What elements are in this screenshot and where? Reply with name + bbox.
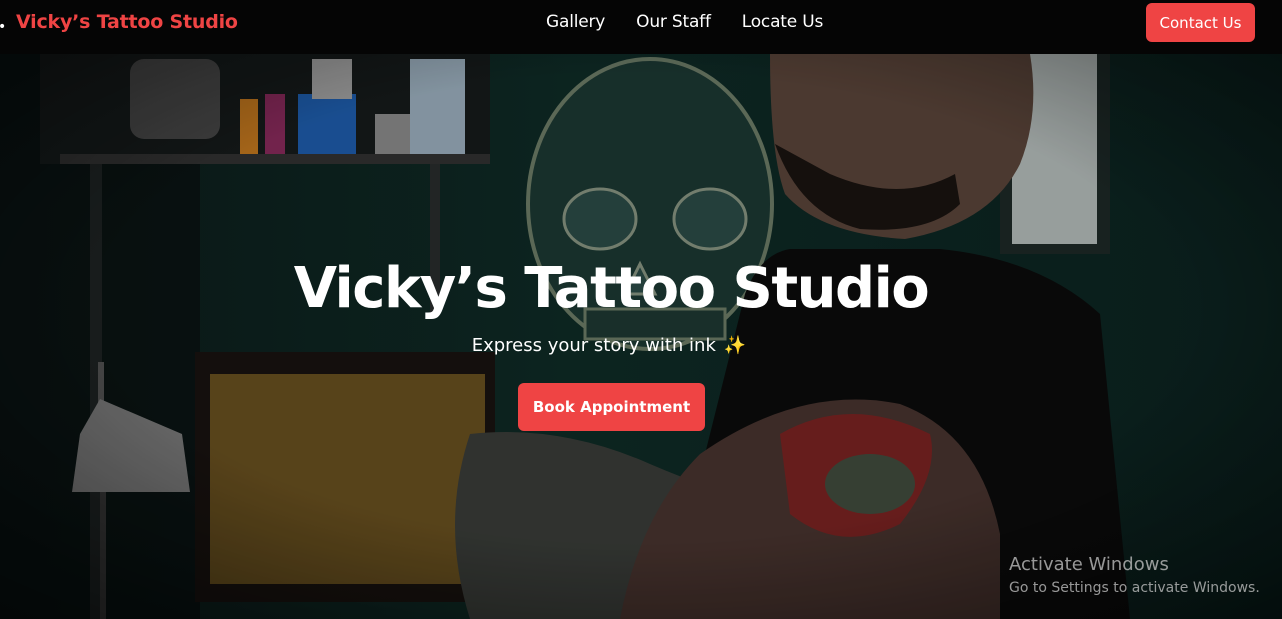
brand-logo-link[interactable]: Vicky’s Tattoo Studio [16, 11, 238, 33]
contact-us-button[interactable]: Contact Us [1146, 3, 1255, 42]
activate-windows-watermark: Activate Windows Go to Settings to activ… [1009, 554, 1260, 596]
hero-section: Vicky’s Tattoo Studio Express your story… [0, 54, 1282, 619]
logo-icon: • [0, 20, 6, 34]
watermark-subtitle: Go to Settings to activate Windows. [1009, 580, 1260, 596]
hero-tagline-text: Express your story with ink [471, 335, 716, 356]
nav-links: Gallery Our Staff Locate Us [546, 12, 823, 32]
watermark-title: Activate Windows [1009, 554, 1169, 575]
hero-tagline: Express your story with ink ✨ [0, 335, 1218, 356]
nav-link-our-staff[interactable]: Our Staff [636, 12, 711, 32]
nav-link-gallery[interactable]: Gallery [546, 12, 605, 32]
book-appointment-button[interactable]: Book Appointment [518, 383, 705, 431]
navbar: • Vicky’s Tattoo Studio Gallery Our Staf… [0, 0, 1282, 54]
nav-link-locate-us[interactable]: Locate Us [742, 12, 824, 32]
hero-title: Vicky’s Tattoo Studio [293, 256, 930, 321]
sparkle-icon: ✨ [723, 335, 747, 356]
